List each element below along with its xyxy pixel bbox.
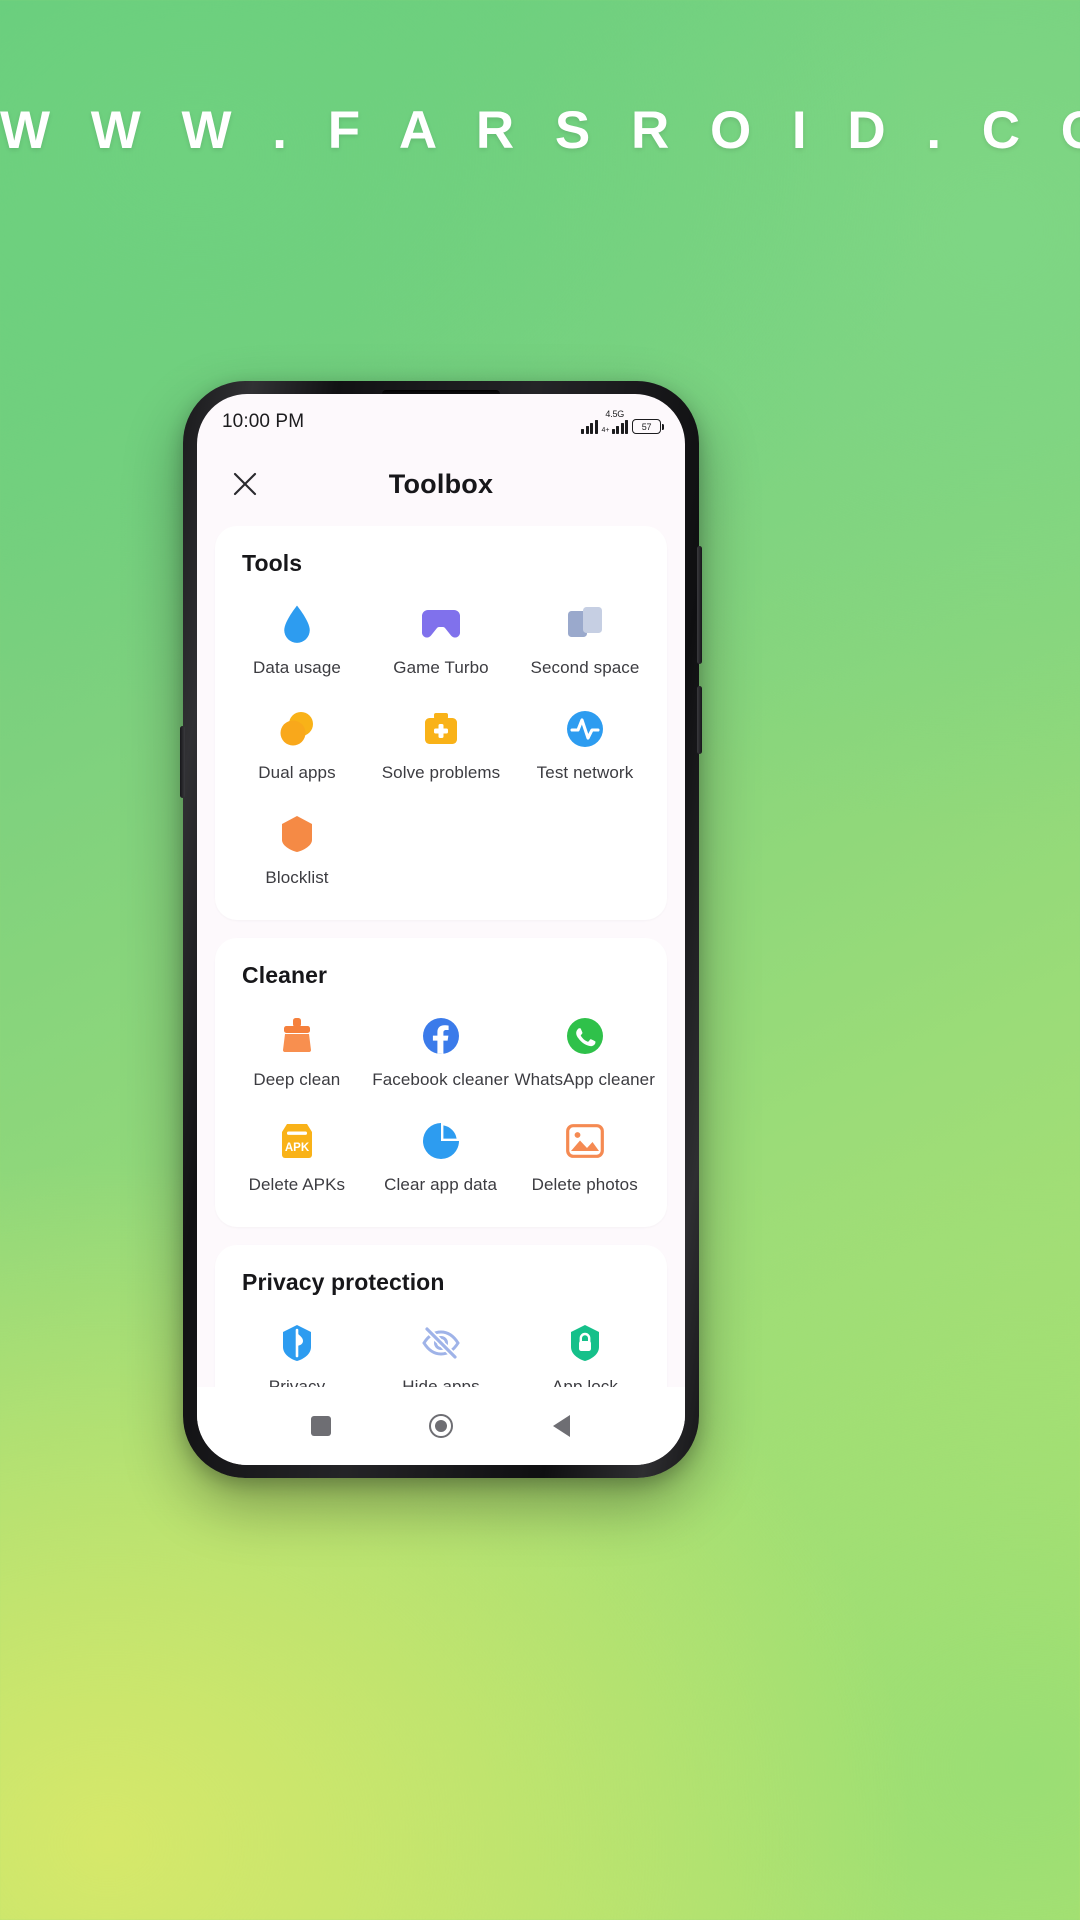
privacy-label: App lock <box>551 1377 618 1387</box>
side-button <box>697 686 702 754</box>
triangle-back-icon[interactable] <box>534 1399 588 1453</box>
network-label: 4.5G <box>605 409 625 419</box>
tool-label: Data usage <box>253 658 341 677</box>
cleaner-label: Clear app data <box>384 1175 498 1194</box>
tool-label: Test network <box>536 763 634 782</box>
tool-game-turbo[interactable]: Game Turbo <box>369 587 513 688</box>
signal-bars-icon <box>581 419 598 434</box>
broom-icon <box>274 1013 320 1059</box>
toolbox-content: Tools Data usage Game Turbo Second space… <box>197 526 685 1387</box>
tools-grid: Data usage Game Turbo Second space Dual … <box>225 587 657 898</box>
tool-label: Solve problems <box>381 763 501 782</box>
status-icons: 4.5G 4+ 57 <box>581 410 664 434</box>
circle-home-icon[interactable] <box>414 1399 468 1453</box>
tool-second-space[interactable]: Second space <box>513 587 657 688</box>
cleaner-label: Facebook cleaner <box>372 1070 509 1089</box>
tool-solve-problems[interactable]: Solve problems <box>369 692 513 793</box>
cleaner-label: Delete photos <box>531 1175 638 1194</box>
tool-label: Dual apps <box>258 763 336 782</box>
tool-label: Game Turbo <box>393 658 489 677</box>
lock-shield-icon <box>562 1320 608 1366</box>
square-recents-icon[interactable] <box>294 1399 348 1453</box>
battery-icon: 57 <box>632 419 664 434</box>
status-time: 10:00 PM <box>222 411 305 432</box>
tool-data-usage[interactable]: Data usage <box>225 587 369 688</box>
eye-slash-icon <box>418 1320 464 1366</box>
privacy-hide-apps[interactable]: Hide apps <box>369 1306 513 1387</box>
section-title-tools: Tools <box>242 550 303 576</box>
phone-device-frame: 10:00 PM 4.5G 4+ 57 Toolbox Tools Data u… <box>180 381 702 1478</box>
cleaner-clear-app-data[interactable]: Clear app data <box>369 1104 513 1205</box>
cleaner-delete-apks[interactable]: APK Delete APKs <box>225 1104 369 1205</box>
tool-blocklist[interactable]: Blocklist <box>225 797 369 898</box>
section-title-cleaner: Cleaner <box>242 962 328 988</box>
privacy-grid: Privacy Hide apps App lock <box>225 1306 657 1387</box>
tool-label: Second space <box>530 658 640 677</box>
close-icon[interactable] <box>225 464 265 504</box>
svg-text:APK: APK <box>285 1142 310 1154</box>
section-title-privacy: Privacy protection <box>242 1269 445 1295</box>
cleaner-deep-clean[interactable]: Deep clean <box>225 999 369 1100</box>
cleaner-label: WhatsApp cleaner <box>514 1070 655 1089</box>
section-card-tools: Tools Data usage Game Turbo Second space… <box>215 526 667 920</box>
cleaner-label: Deep clean <box>253 1070 341 1089</box>
pie-chart-icon <box>418 1118 464 1164</box>
site-watermark: W W W . F A R S R O I D . C O M <box>0 101 1080 160</box>
network-sub-label: 4+ <box>601 427 610 434</box>
cleaner-facebook[interactable]: Facebook cleaner <box>369 999 513 1100</box>
privacy-label: Privacy <box>268 1377 326 1387</box>
cleaner-whatsapp[interactable]: WhatsApp cleaner <box>512 999 657 1100</box>
tool-label: Blocklist <box>265 868 329 887</box>
pulse-wave-icon <box>562 706 608 752</box>
facebook-icon <box>418 1013 464 1059</box>
privacy-shield-icon <box>274 1320 320 1366</box>
page-title: Toolbox <box>388 468 494 499</box>
section-card-cleaner: Cleaner Deep clean Facebook cleaner What… <box>215 938 667 1227</box>
privacy-privacy[interactable]: Privacy <box>225 1306 369 1387</box>
tool-test-network[interactable]: Test network <box>513 692 657 793</box>
privacy-label: Hide apps <box>402 1377 480 1387</box>
cleaner-delete-photos[interactable]: Delete photos <box>512 1104 657 1205</box>
status-bar: 10:00 PM 4.5G 4+ 57 <box>197 394 685 442</box>
signal-bars-secondary-icon <box>611 419 628 434</box>
app-bar: Toolbox <box>197 442 685 526</box>
whatsapp-icon <box>562 1013 608 1059</box>
navigation-bar <box>197 1387 685 1465</box>
section-card-privacy: Privacy protection Privacy Hide apps App… <box>215 1245 667 1387</box>
medical-kit-icon <box>418 706 464 752</box>
hexagon-shield-icon <box>274 811 320 857</box>
cleaner-grid: Deep clean Facebook cleaner WhatsApp cle… <box>225 999 657 1205</box>
two-squares-icon <box>562 601 608 647</box>
dual-circles-icon <box>274 706 320 752</box>
tool-dual-apps[interactable]: Dual apps <box>225 692 369 793</box>
apk-box-icon: APK <box>274 1118 320 1164</box>
phone-screen: 10:00 PM 4.5G 4+ 57 Toolbox Tools Data u… <box>197 394 685 1465</box>
battery-level: 57 <box>641 421 652 432</box>
network-type-indicator: 4.5G 4+ <box>602 410 628 434</box>
water-drop-icon <box>274 601 320 647</box>
privacy-app-lock[interactable]: App lock <box>513 1306 657 1387</box>
gamepad-icon <box>418 601 464 647</box>
photo-icon <box>562 1118 608 1164</box>
cleaner-label: Delete APKs <box>248 1175 346 1194</box>
